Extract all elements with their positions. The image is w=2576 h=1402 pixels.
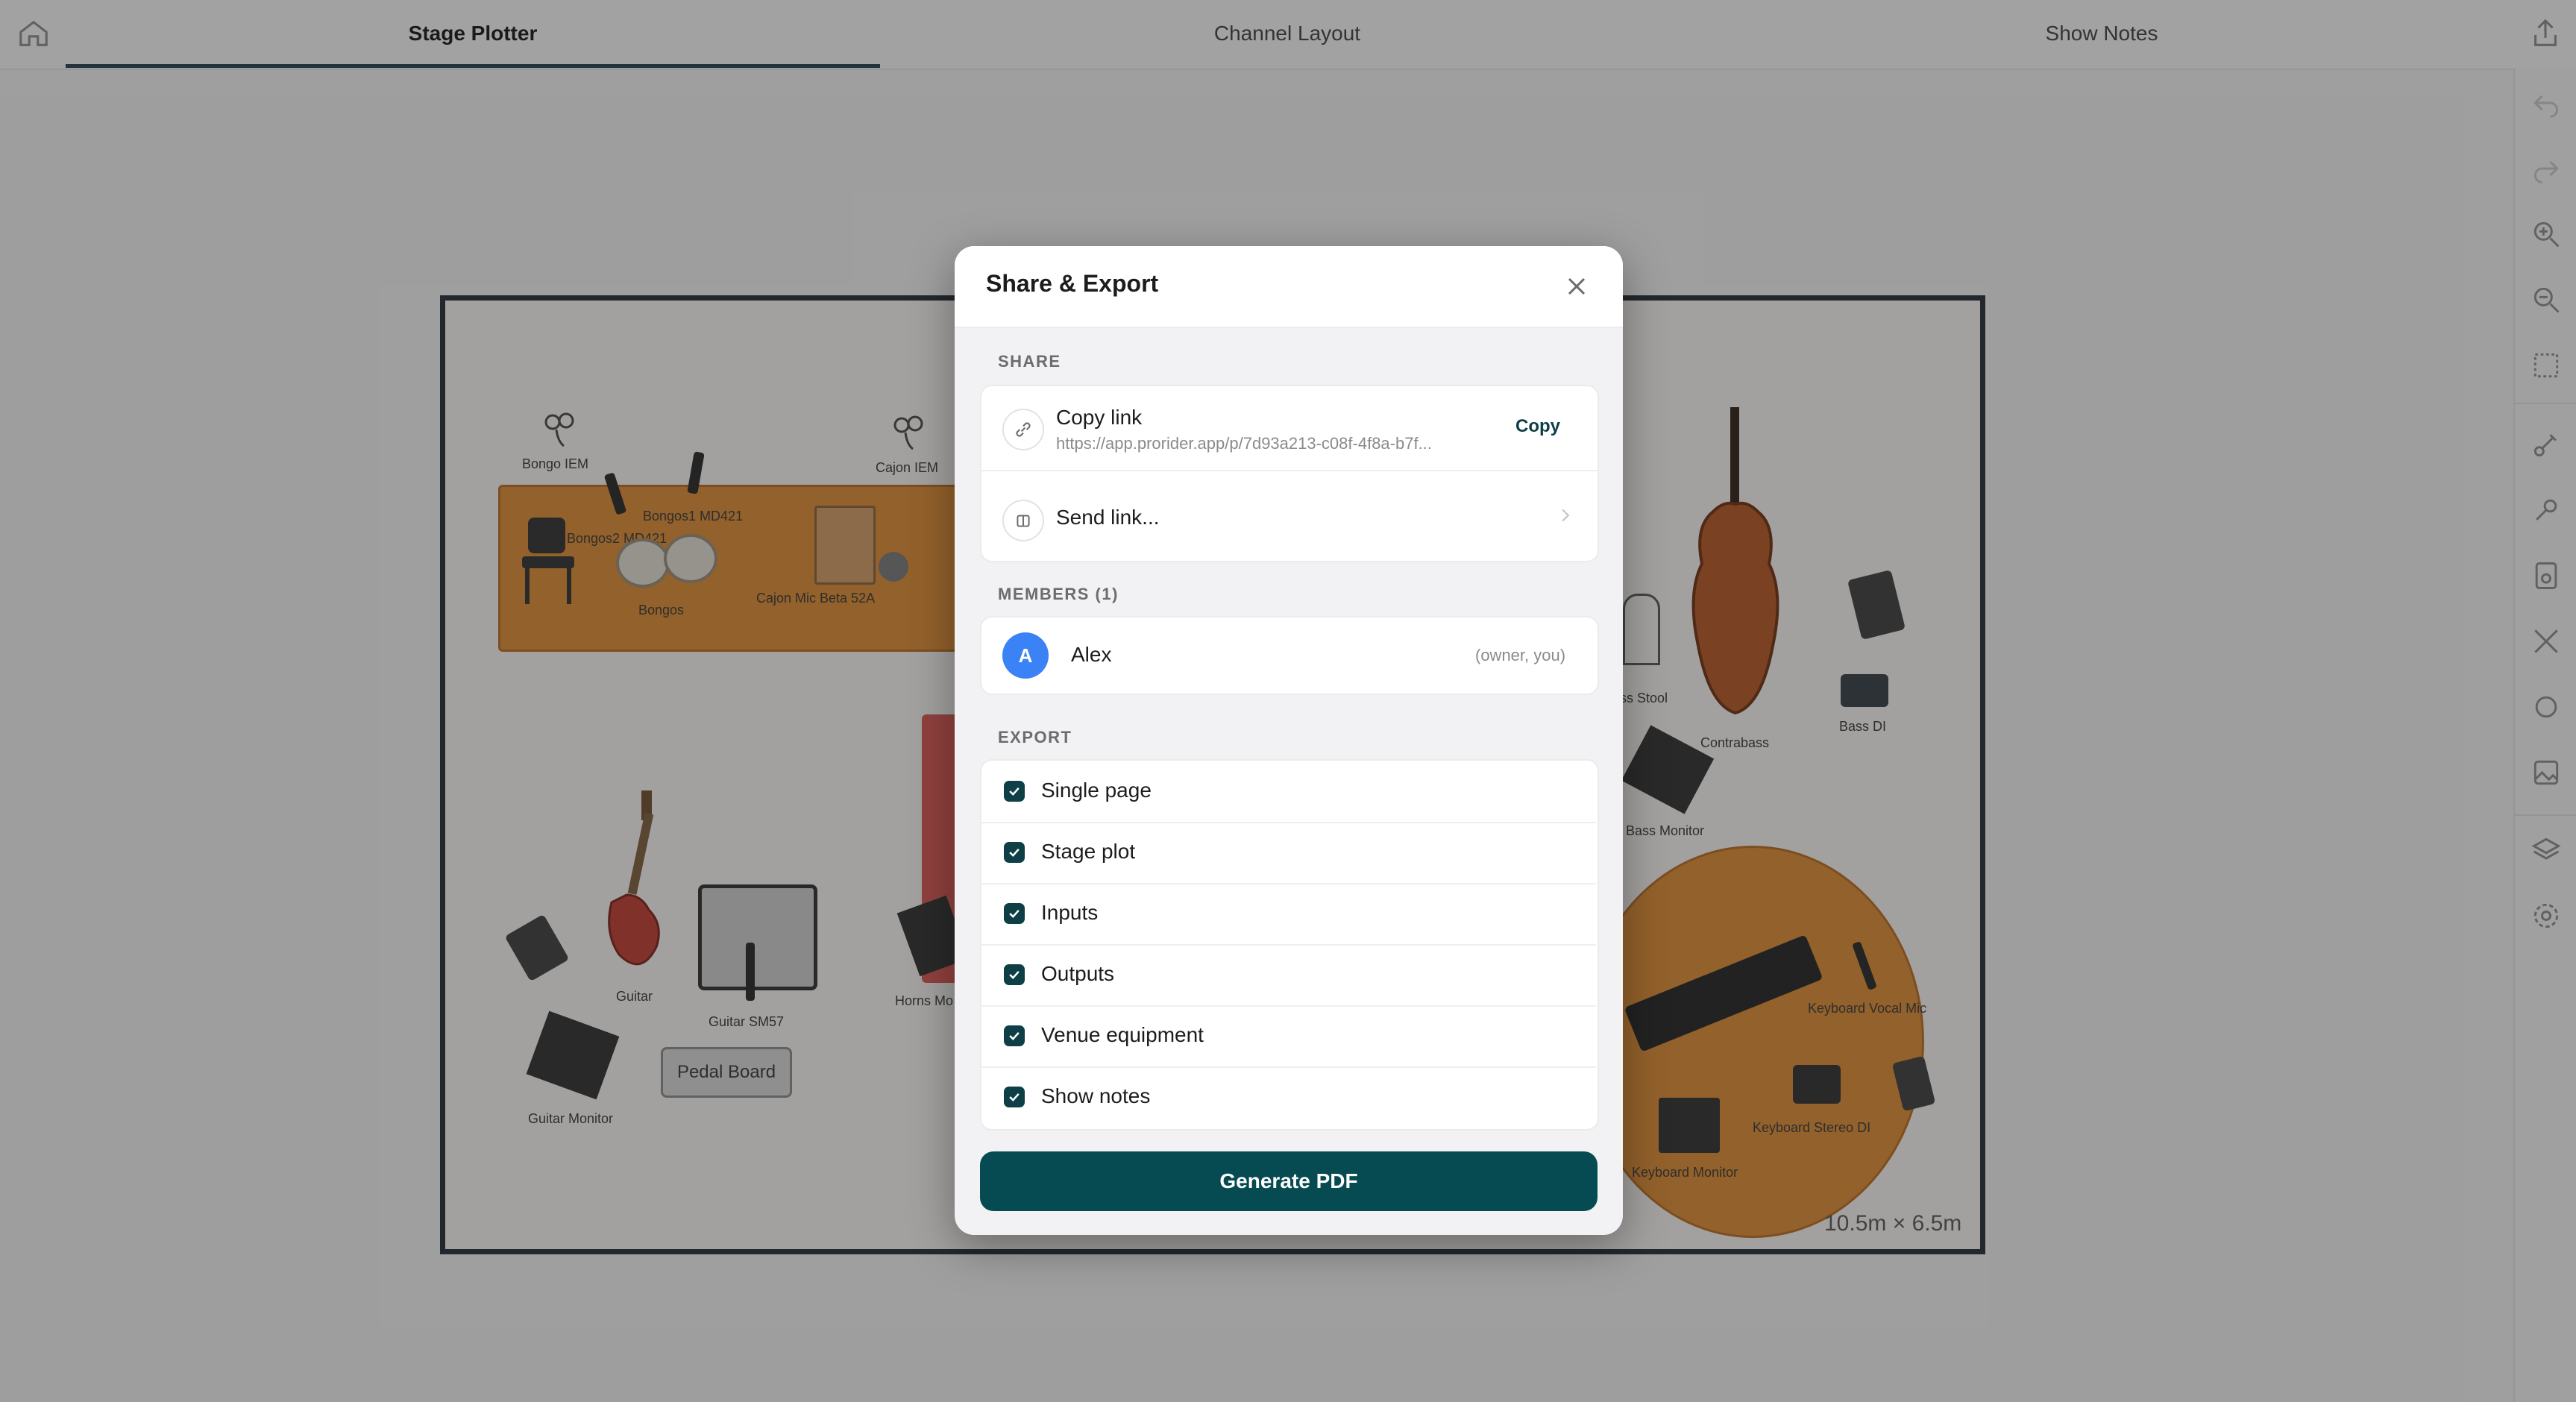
- export-option-outputs[interactable]: Outputs: [981, 944, 1596, 1007]
- close-icon[interactable]: [1562, 271, 1592, 301]
- share-url: https://app.prorider.app/p/7d93a213-c08f…: [1056, 434, 1432, 453]
- export-option-label: Venue equipment: [1041, 1023, 1204, 1046]
- share-card: Copy link https://app.prorider.app/p/7d9…: [980, 385, 1599, 562]
- send-icon: [1002, 500, 1044, 541]
- export-option-stage-plot[interactable]: Stage plot: [981, 822, 1596, 884]
- dialog-title: Share & Export: [986, 270, 1159, 297]
- checkbox-checked-icon[interactable]: [1004, 1087, 1025, 1107]
- export-option-label: Inputs: [1041, 901, 1099, 924]
- member-name: Alex: [1071, 643, 1112, 666]
- checkbox-checked-icon[interactable]: [1004, 903, 1025, 924]
- checkbox-checked-icon[interactable]: [1004, 964, 1025, 985]
- checkbox-checked-icon[interactable]: [1004, 781, 1025, 802]
- share-section-title: SHARE: [998, 352, 1061, 371]
- chevron-right-icon: [1554, 504, 1577, 526]
- member-role: (owner, you): [1475, 646, 1566, 664]
- members-section-title: MEMBERS (1): [998, 585, 1119, 603]
- export-options-card: Single page Stage plot Inputs Outputs Ve…: [980, 759, 1599, 1131]
- checkbox-checked-icon[interactable]: [1004, 1025, 1025, 1046]
- export-option-label: Outputs: [1041, 962, 1115, 985]
- export-option-show-notes[interactable]: Show notes: [981, 1066, 1596, 1128]
- send-link-label: Send link...: [1056, 506, 1160, 529]
- copy-button[interactable]: Copy: [1515, 416, 1560, 437]
- link-icon: [1002, 409, 1044, 450]
- copy-link-label: Copy link: [1056, 406, 1143, 429]
- avatar: A: [1002, 632, 1049, 679]
- export-option-label: Single page: [1041, 779, 1152, 802]
- export-option-label: Stage plot: [1041, 840, 1136, 863]
- export-section-title: EXPORT: [998, 728, 1072, 746]
- export-option-single-page[interactable]: Single page: [981, 761, 1596, 823]
- checkbox-checked-icon[interactable]: [1004, 842, 1025, 863]
- export-option-venue-equipment[interactable]: Venue equipment: [981, 1005, 1596, 1068]
- export-option-label: Show notes: [1041, 1084, 1151, 1107]
- member-row: A Alex (owner, you): [980, 616, 1599, 695]
- share-export-dialog: Share & Export SHARE Copy link https://a…: [955, 246, 1623, 1235]
- generate-pdf-button[interactable]: Generate PDF: [980, 1151, 1598, 1211]
- export-option-inputs[interactable]: Inputs: [981, 883, 1596, 946]
